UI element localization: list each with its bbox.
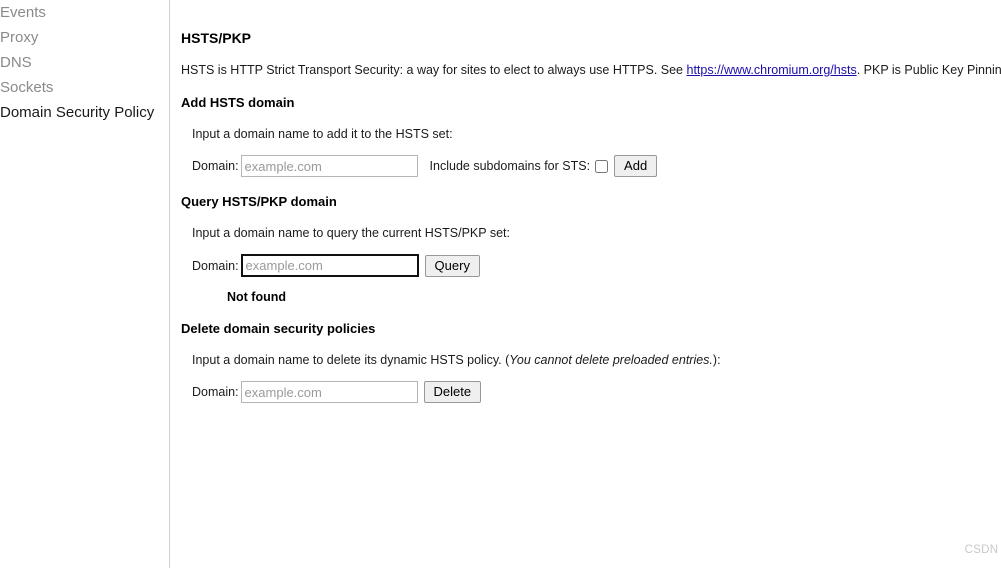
sidebar: Events Proxy DNS Sockets Domain Security… — [0, 0, 170, 568]
main-content: HSTS/PKP HSTS is HTTP Strict Transport S… — [170, 0, 1001, 568]
add-domain-label: Domain: — [192, 159, 239, 173]
add-hsts-form-row: Domain: Include subdomains for STS: Add — [192, 155, 1001, 177]
query-result-status: Not found — [227, 290, 287, 304]
add-button[interactable]: Add — [614, 155, 658, 177]
delete-hsts-hint: Input a domain name to delete its dynami… — [192, 353, 1001, 368]
add-hsts-domain-section: Input a domain name to add it to the HST… — [192, 127, 1001, 177]
sidebar-item-domain-security-policy[interactable]: Domain Security Policy — [0, 100, 169, 125]
sidebar-item-events[interactable]: Events — [0, 0, 169, 25]
query-hsts-domain-section: Input a domain name to query the current… — [192, 226, 1001, 304]
query-hsts-domain-heading: Query HSTS/PKP domain — [181, 194, 337, 209]
watermark: CSDN @ybbos — [964, 544, 1001, 556]
add-hsts-hint: Input a domain name to add it to the HST… — [192, 127, 453, 141]
query-button[interactable]: Query — [424, 254, 480, 277]
net-internals-page: Events Proxy DNS Sockets Domain Security… — [0, 0, 1001, 568]
query-hsts-form-row: Domain: Query — [192, 254, 1001, 277]
delete-domain-label: Domain: — [192, 385, 239, 399]
delete-hsts-form-row: Domain: Delete — [192, 381, 1001, 403]
delete-domain-policies-section: Input a domain name to delete its dynami… — [192, 353, 1001, 403]
delete-button[interactable]: Delete — [423, 381, 482, 403]
delete-hint-before: Input a domain name to delete its dynami… — [192, 353, 510, 367]
delete-hint-after: ): — [712, 353, 721, 367]
query-domain-label: Domain: — [192, 258, 239, 273]
delete-domain-policies-heading: Delete domain security policies — [181, 321, 376, 336]
sidebar-item-dns[interactable]: DNS — [0, 50, 169, 75]
include-subdomains-label: Include subdomains for STS: — [429, 159, 591, 173]
include-subdomains-checkbox[interactable] — [595, 159, 609, 173]
sidebar-item-proxy[interactable]: Proxy — [0, 25, 169, 50]
hsts-description: HSTS is HTTP Strict Transport Security: … — [181, 63, 1001, 78]
query-hsts-hint: Input a domain name to query the current… — [192, 226, 510, 240]
description-text-before-link: HSTS is HTTP Strict Transport Security: … — [181, 63, 687, 77]
add-hsts-domain-heading: Add HSTS domain — [181, 95, 295, 110]
page-title: HSTS/PKP — [181, 30, 252, 46]
query-domain-input[interactable] — [240, 254, 419, 277]
delete-hint-italic: You cannot delete preloaded entries. — [509, 353, 713, 367]
sidebar-item-sockets[interactable]: Sockets — [0, 75, 169, 100]
add-domain-input[interactable] — [240, 155, 418, 177]
chromium-hsts-link[interactable]: https://www.chromium.org/hsts — [687, 63, 857, 77]
description-text-after-link: . PKP is Public Key Pinning: Chrome — [856, 63, 1001, 77]
delete-domain-input[interactable] — [240, 381, 418, 403]
